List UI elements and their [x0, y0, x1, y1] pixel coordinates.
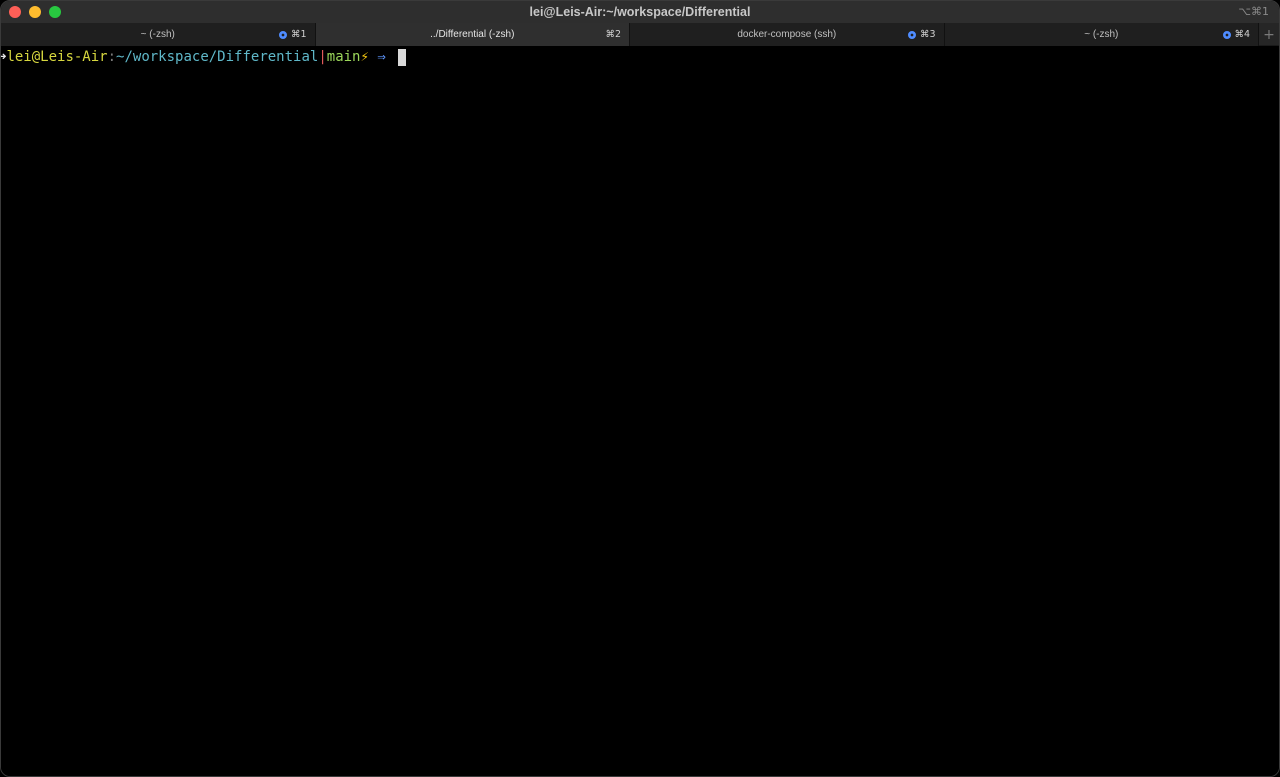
activity-indicator-icon [278, 30, 287, 39]
minimize-button[interactable] [29, 6, 41, 18]
terminal-window: lei@Leis-Air:~/workspace/Differential ⌥⌘… [0, 0, 1280, 777]
window-controls [9, 6, 61, 18]
prompt-path: ~/workspace/Differential [116, 49, 319, 65]
tab-1[interactable]: ~ (-zsh) ⌘1 [1, 23, 316, 46]
tab-label: ../Differential (-zsh) [430, 29, 515, 40]
tab-bar: ~ (-zsh) ⌘1 ../Differential (-zsh) ⌘2 do… [1, 23, 1279, 46]
tab-shortcut-text: ⌘3 [920, 29, 936, 40]
terminal-output[interactable]: ➜ lei@Leis-Air : ~/workspace/Differentia… [1, 46, 1279, 776]
prompt-branch: main [326, 49, 361, 65]
activity-indicator-icon [908, 30, 916, 39]
prompt-branch-bar: | [318, 49, 327, 65]
tab-shortcut: ⌘2 [605, 29, 621, 40]
close-button[interactable] [9, 6, 21, 18]
tab-3[interactable]: docker-compose (ssh) ⌘3 [630, 23, 945, 46]
title-bar[interactable]: lei@Leis-Air:~/workspace/Differential ⌥⌘… [1, 1, 1279, 23]
tab-shortcut-text: ⌘1 [290, 29, 307, 40]
tab-label: ~ (-zsh) [140, 29, 175, 40]
zoom-button[interactable] [49, 6, 61, 18]
tab-shortcut-text: ⌘2 [605, 29, 622, 40]
lightning-icon: ⚡ [360, 49, 369, 65]
new-tab-button[interactable]: + [1259, 23, 1279, 46]
tab-shortcut: ⌘1 [278, 29, 307, 40]
tab-shortcut: ⌘3 [908, 29, 936, 40]
prompt-separator: : [107, 49, 117, 65]
text-cursor [398, 48, 407, 66]
tab-shortcut: ⌘4 [1222, 29, 1251, 40]
tab-2[interactable]: ../Differential (-zsh) ⌘2 [315, 23, 631, 46]
tab-4[interactable]: ~ (-zsh) ⌘4 [944, 23, 1260, 46]
prompt-user-host: lei@Leis-Air [6, 49, 108, 65]
prompt-tail: ⇒ [368, 49, 395, 65]
activity-indicator-icon [1222, 30, 1231, 39]
window-shortcut: ⌥⌘1 [1238, 5, 1269, 18]
tab-label: ~ (-zsh) [1084, 29, 1119, 40]
shell-prompt: ➜ lei@Leis-Air : ~/workspace/Differentia… [1, 46, 1279, 68]
window-title: lei@Leis-Air:~/workspace/Differential [529, 5, 751, 19]
tab-shortcut-text: ⌘4 [1234, 29, 1251, 40]
tab-label: docker-compose (ssh) [737, 29, 837, 40]
